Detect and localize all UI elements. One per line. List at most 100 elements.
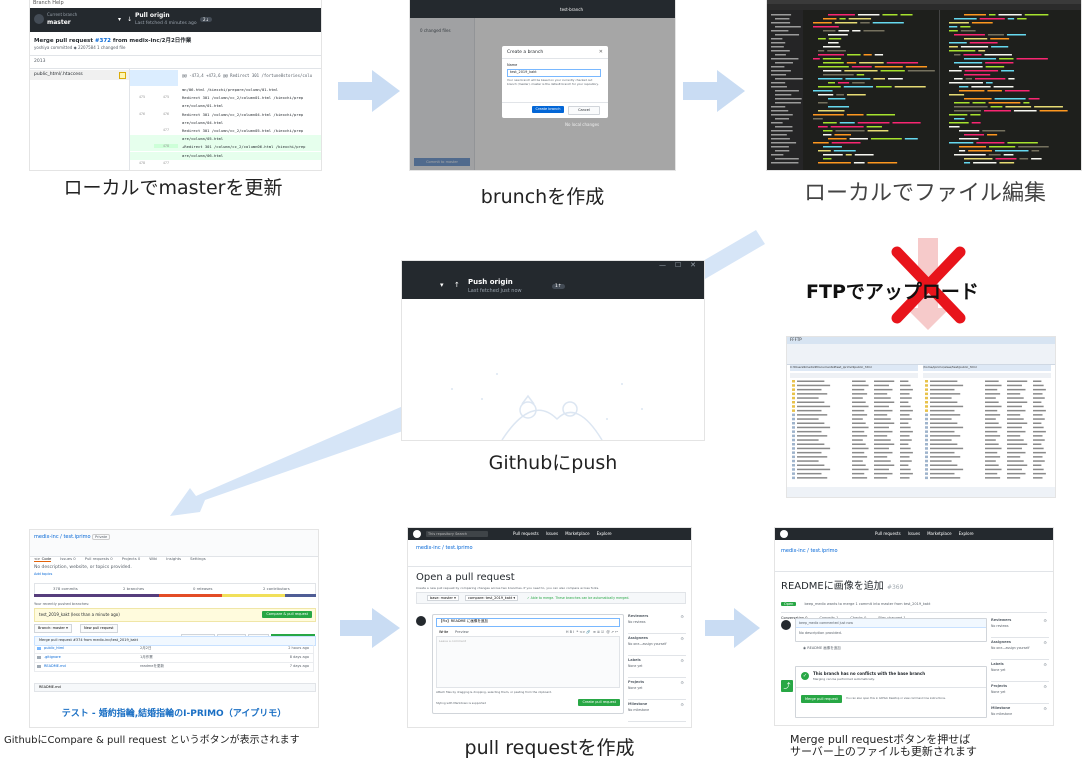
ftp-file-row[interactable] — [874, 460, 891, 462]
gear-icon[interactable]: ⚙ — [1043, 662, 1047, 667]
ftp-file-row[interactable] — [930, 456, 961, 458]
ftp-file-row[interactable] — [852, 384, 869, 387]
ftp-file-row[interactable] — [900, 384, 911, 387]
repo-path[interactable]: medix-inc / test.iprimo — [416, 545, 473, 551]
github-logo-icon[interactable] — [780, 530, 788, 538]
ftp-file-row[interactable] — [930, 447, 964, 450]
ftp-file-row[interactable] — [874, 468, 889, 471]
ftp-file-row[interactable] — [985, 388, 998, 391]
ftp-file-row[interactable] — [1007, 380, 1028, 383]
nav-link[interactable]: Issues — [908, 531, 920, 536]
ftp-file-row[interactable] — [852, 468, 869, 471]
ftp-file-row[interactable] — [985, 472, 998, 475]
ftp-file-row[interactable] — [1033, 405, 1044, 408]
ftp-file-row[interactable] — [930, 384, 964, 387]
ftp-file-row[interactable] — [874, 418, 891, 420]
ftp-file-row[interactable] — [852, 393, 868, 395]
ftp-file-row[interactable] — [1033, 414, 1043, 416]
ftp-file-row[interactable] — [797, 439, 819, 441]
ftp-file-row[interactable] — [930, 472, 955, 475]
ftp-file-row[interactable] — [874, 393, 888, 395]
search-box[interactable]: This repository Search — [426, 531, 488, 537]
nav-link[interactable]: Marketplace — [927, 531, 952, 536]
repo-tab[interactable]: Insights — [166, 556, 181, 561]
ftp-file-row[interactable] — [874, 456, 888, 458]
commit-link[interactable]: #372 — [95, 38, 111, 44]
ftp-file-row[interactable] — [930, 443, 958, 446]
ftp-file-row[interactable] — [797, 418, 819, 420]
ftp-file-row[interactable] — [852, 430, 865, 433]
ftp-file-row[interactable] — [985, 456, 1001, 458]
sidebar-heading[interactable]: Labels — [628, 658, 686, 662]
ftp-file-row[interactable] — [797, 430, 822, 433]
preview-tab[interactable]: Preview — [455, 630, 469, 634]
ftp-file-row[interactable] — [1033, 443, 1042, 446]
ftp-file-row[interactable] — [900, 435, 910, 437]
write-tab[interactable]: Write — [439, 630, 448, 634]
ftp-file-row[interactable] — [874, 409, 893, 412]
repo-tab[interactable]: Wiki — [149, 556, 157, 561]
gear-icon[interactable]: ⚙ — [680, 658, 684, 663]
gear-icon[interactable]: ⚙ — [680, 636, 684, 641]
ftp-file-row[interactable] — [930, 468, 964, 471]
ftp-file-row[interactable] — [874, 435, 888, 437]
ftp-file-row[interactable] — [1007, 477, 1021, 479]
ftp-file-row[interactable] — [797, 443, 825, 446]
sidebar-heading[interactable]: Milestone — [628, 702, 686, 706]
ftp-file-row[interactable] — [874, 388, 893, 391]
ftp-file-row[interactable] — [1033, 426, 1044, 429]
ftp-file-row[interactable] — [930, 439, 952, 441]
ftp-file-row[interactable] — [900, 464, 909, 467]
ftp-file-row[interactable] — [852, 464, 866, 467]
ftp-file-row[interactable] — [797, 397, 819, 399]
ftp-file-row[interactable] — [1033, 464, 1042, 467]
ftp-file-row[interactable] — [900, 426, 911, 429]
ftp-file-row[interactable] — [1033, 460, 1045, 462]
ftp-file-row[interactable] — [797, 447, 831, 450]
file-name[interactable]: public_html — [44, 646, 64, 650]
ftp-file-row[interactable] — [852, 409, 865, 412]
branch-select[interactable]: Branch: master ▾ — [34, 624, 72, 633]
ftp-file-row[interactable] — [930, 393, 961, 395]
sidebar-heading[interactable]: Assignees — [991, 640, 1049, 644]
merge-pull-request-button[interactable]: Merge pull request — [801, 695, 842, 703]
ftp-file-row[interactable] — [985, 397, 996, 399]
ftp-file-row[interactable] — [900, 430, 913, 433]
ftp-file-row[interactable] — [900, 397, 912, 399]
ftp-file-row[interactable] — [852, 426, 869, 429]
ftp-file-row[interactable] — [797, 460, 819, 462]
ftp-file-row[interactable] — [930, 435, 961, 437]
ftp-file-row[interactable] — [1033, 409, 1046, 412]
gear-icon[interactable]: ⚙ — [1043, 684, 1047, 689]
ftp-file-row[interactable] — [930, 430, 955, 433]
repo-tab[interactable]: Pull requests 0 — [85, 556, 113, 561]
ftp-file-row[interactable] — [985, 435, 1001, 437]
ftp-file-row[interactable] — [1033, 418, 1045, 420]
ftp-file-row[interactable] — [900, 393, 910, 395]
ftp-file-row[interactable] — [1007, 409, 1026, 412]
ftp-file-row[interactable] — [1007, 393, 1021, 395]
gear-icon[interactable]: ⚙ — [1043, 618, 1047, 623]
file-name[interactable]: README.md — [44, 664, 66, 668]
ftp-file-row[interactable] — [874, 464, 895, 467]
ftp-file-row[interactable] — [1007, 447, 1022, 450]
ftp-file-row[interactable] — [900, 418, 912, 420]
push-origin-button[interactable]: Push origin — [468, 278, 513, 286]
ftp-file-row[interactable] — [852, 447, 869, 450]
ftp-file-row[interactable] — [985, 447, 1002, 450]
file-row[interactable]: public_html 2月2日 2 hours ago — [34, 645, 314, 654]
ftp-file-row[interactable] — [1007, 418, 1024, 420]
gear-icon[interactable]: ⚙ — [1043, 640, 1047, 645]
ftp-file-row[interactable] — [985, 443, 999, 446]
ftp-file-row[interactable] — [985, 380, 999, 383]
repo-stat[interactable]: 378 commits — [53, 586, 78, 591]
ftp-file-row[interactable] — [900, 380, 909, 383]
sidebar-heading[interactable]: Reviewers — [628, 614, 686, 618]
ftp-file-row[interactable] — [852, 401, 866, 404]
compare-pull-request-button[interactable]: Compare & pull request — [262, 611, 312, 618]
comment-textarea[interactable]: Leave a comment — [436, 636, 620, 688]
create-pull-request-button[interactable]: Create pull request — [578, 699, 620, 706]
ftp-file-row[interactable] — [930, 397, 952, 399]
ftp-file-row[interactable] — [1033, 401, 1042, 404]
compare-branch-select[interactable]: compare: test_2019_kakt ▾ — [465, 595, 519, 601]
